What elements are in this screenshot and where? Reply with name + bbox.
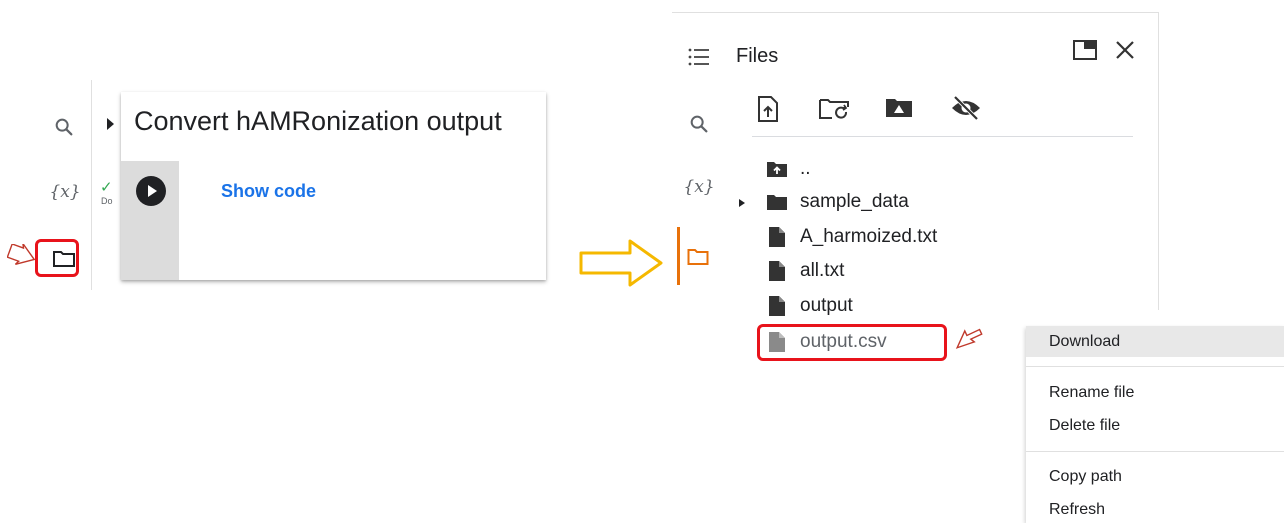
tree-item-label: output	[800, 295, 853, 316]
toggle-hidden-icon[interactable]	[950, 95, 982, 121]
execution-check-icon: ✓	[100, 179, 113, 196]
folder-icon[interactable]	[686, 245, 710, 269]
parent-folder-icon	[766, 158, 788, 180]
variables-icon[interactable]: {x}	[49, 180, 80, 204]
search-icon[interactable]	[687, 112, 711, 136]
active-tab-indicator	[677, 227, 680, 285]
files-panel-title: Files	[736, 45, 779, 67]
execution-status-text: Do	[101, 196, 113, 206]
expand-triangle-icon[interactable]	[737, 196, 747, 210]
toolbar-divider	[752, 136, 1133, 137]
files-panel-right-border	[1158, 12, 1159, 310]
output-csv-highlight	[757, 324, 947, 361]
upload-icon[interactable]	[756, 95, 780, 123]
files-button-highlight	[35, 239, 79, 277]
close-icon[interactable]	[1113, 38, 1137, 62]
tree-item-sample-data[interactable]: sample_data	[766, 187, 909, 217]
tree-item-output[interactable]: output	[766, 291, 853, 321]
search-icon[interactable]	[52, 115, 76, 139]
tree-item-label: sample_data	[800, 191, 909, 212]
collapse-triangle-icon[interactable]	[104, 115, 116, 133]
tree-item-a-harmoized[interactable]: A_harmoized.txt	[766, 222, 937, 252]
folder-icon	[766, 191, 788, 213]
refresh-folder-icon[interactable]	[818, 96, 852, 122]
variables-icon[interactable]: {x}	[683, 175, 714, 199]
menu-separator	[1026, 366, 1284, 367]
menu-separator	[1026, 451, 1284, 452]
tree-item-label: all.txt	[800, 260, 845, 281]
file-icon	[766, 295, 788, 317]
tree-item-label: ..	[800, 158, 811, 179]
open-in-new-window-icon[interactable]	[1072, 38, 1100, 62]
pointer-arrow-icon	[953, 328, 985, 352]
menu-icon[interactable]	[687, 45, 711, 69]
tree-item-label: A_harmoized.txt	[800, 226, 938, 247]
play-icon	[148, 185, 157, 197]
transition-arrow-icon	[578, 238, 664, 288]
menu-item-copy-path[interactable]: Copy path	[1026, 465, 1284, 489]
left-sidebar-divider	[91, 80, 92, 290]
mount-drive-icon[interactable]	[884, 96, 914, 120]
file-icon	[766, 226, 788, 248]
pointer-arrow-icon	[7, 244, 37, 266]
show-code-link[interactable]: Show code	[221, 181, 316, 202]
file-icon	[766, 260, 788, 282]
context-menu: Download Rename file Delete file Copy pa…	[1026, 326, 1284, 523]
files-panel-top-border	[672, 12, 1159, 13]
tree-item-all-txt[interactable]: all.txt	[766, 256, 844, 286]
menu-item-download[interactable]: Download	[1026, 326, 1284, 357]
tree-item-parent[interactable]: ..	[766, 154, 811, 184]
menu-item-refresh[interactable]: Refresh	[1026, 498, 1284, 522]
cell-title: Convert hAMRonization output	[134, 106, 502, 136]
menu-item-rename[interactable]: Rename file	[1026, 381, 1284, 405]
menu-item-delete[interactable]: Delete file	[1026, 414, 1284, 438]
run-cell-button[interactable]	[136, 176, 166, 206]
